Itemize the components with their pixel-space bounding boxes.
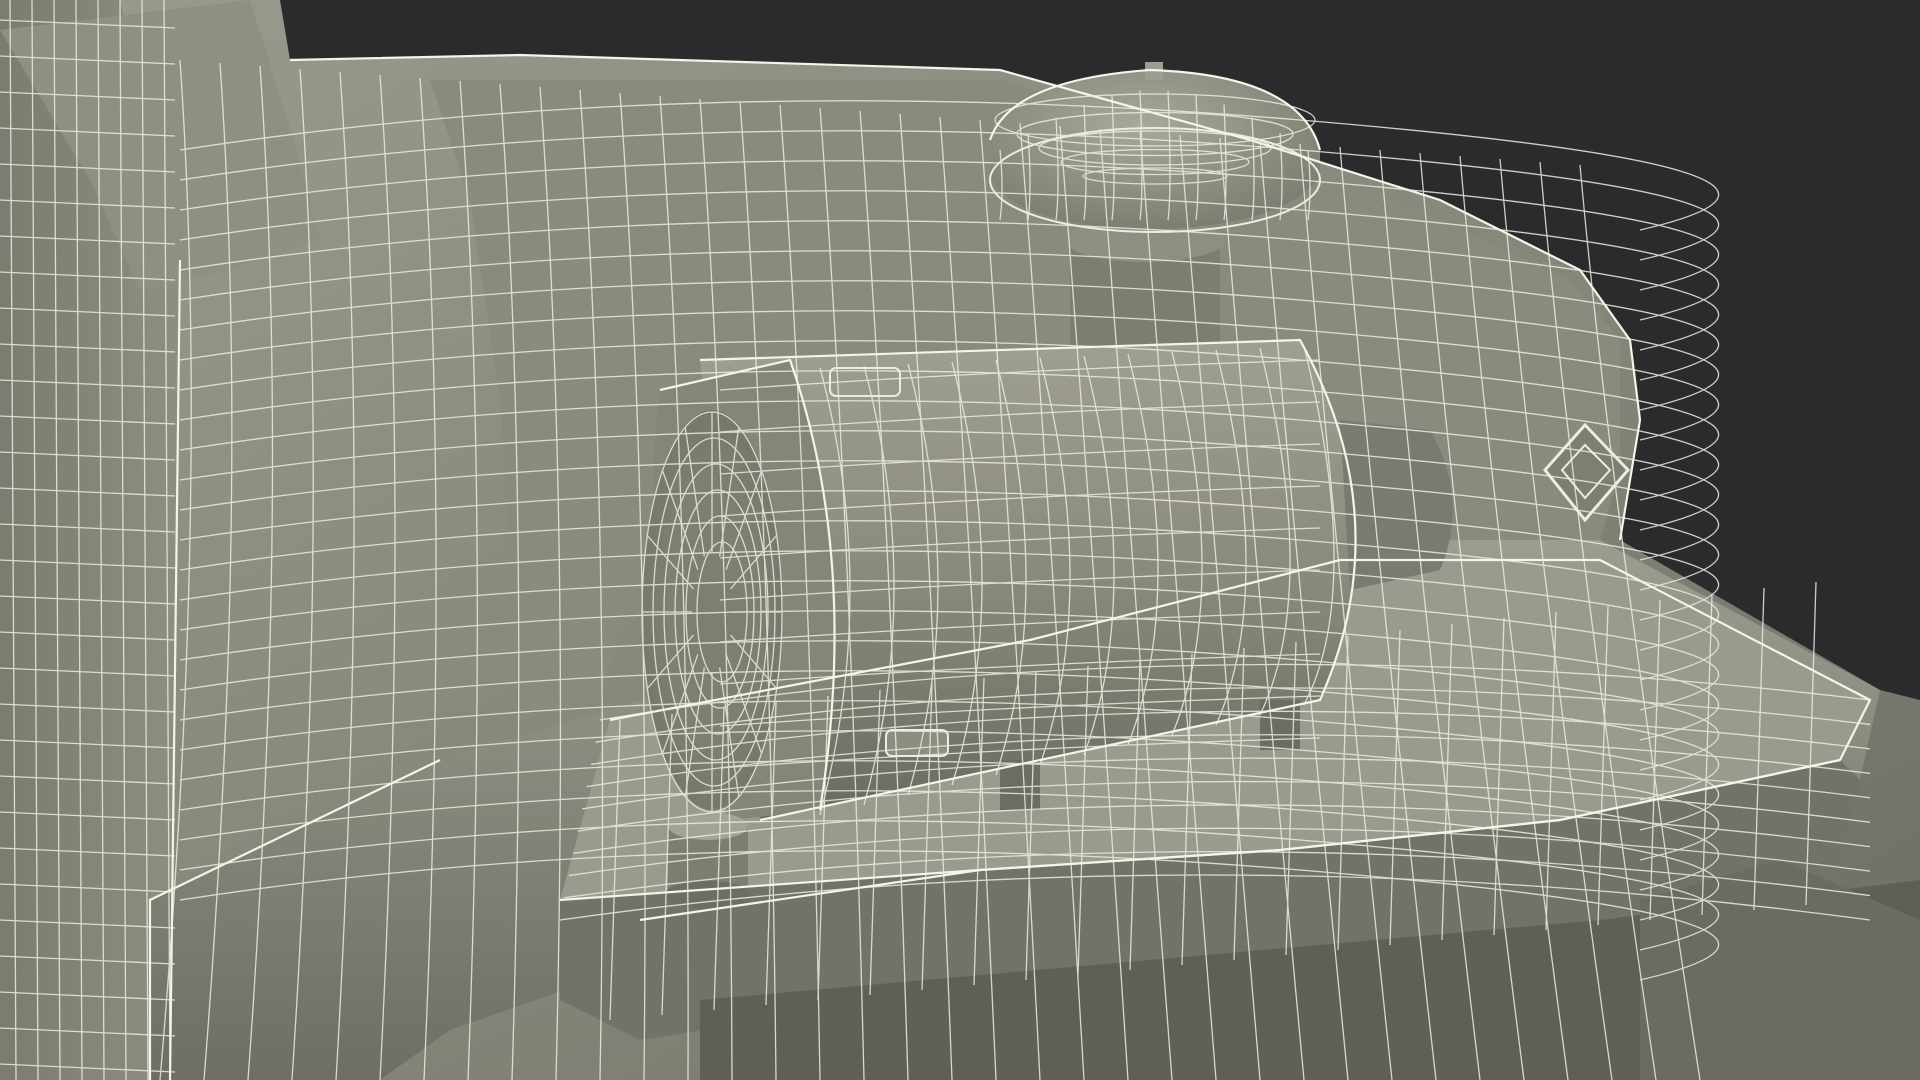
- render-viewport: [0, 0, 1920, 1080]
- filter-outlet: [1340, 420, 1453, 590]
- truck-wireframe-render: [0, 0, 1920, 1080]
- filter-end-cap-inner: [675, 480, 765, 750]
